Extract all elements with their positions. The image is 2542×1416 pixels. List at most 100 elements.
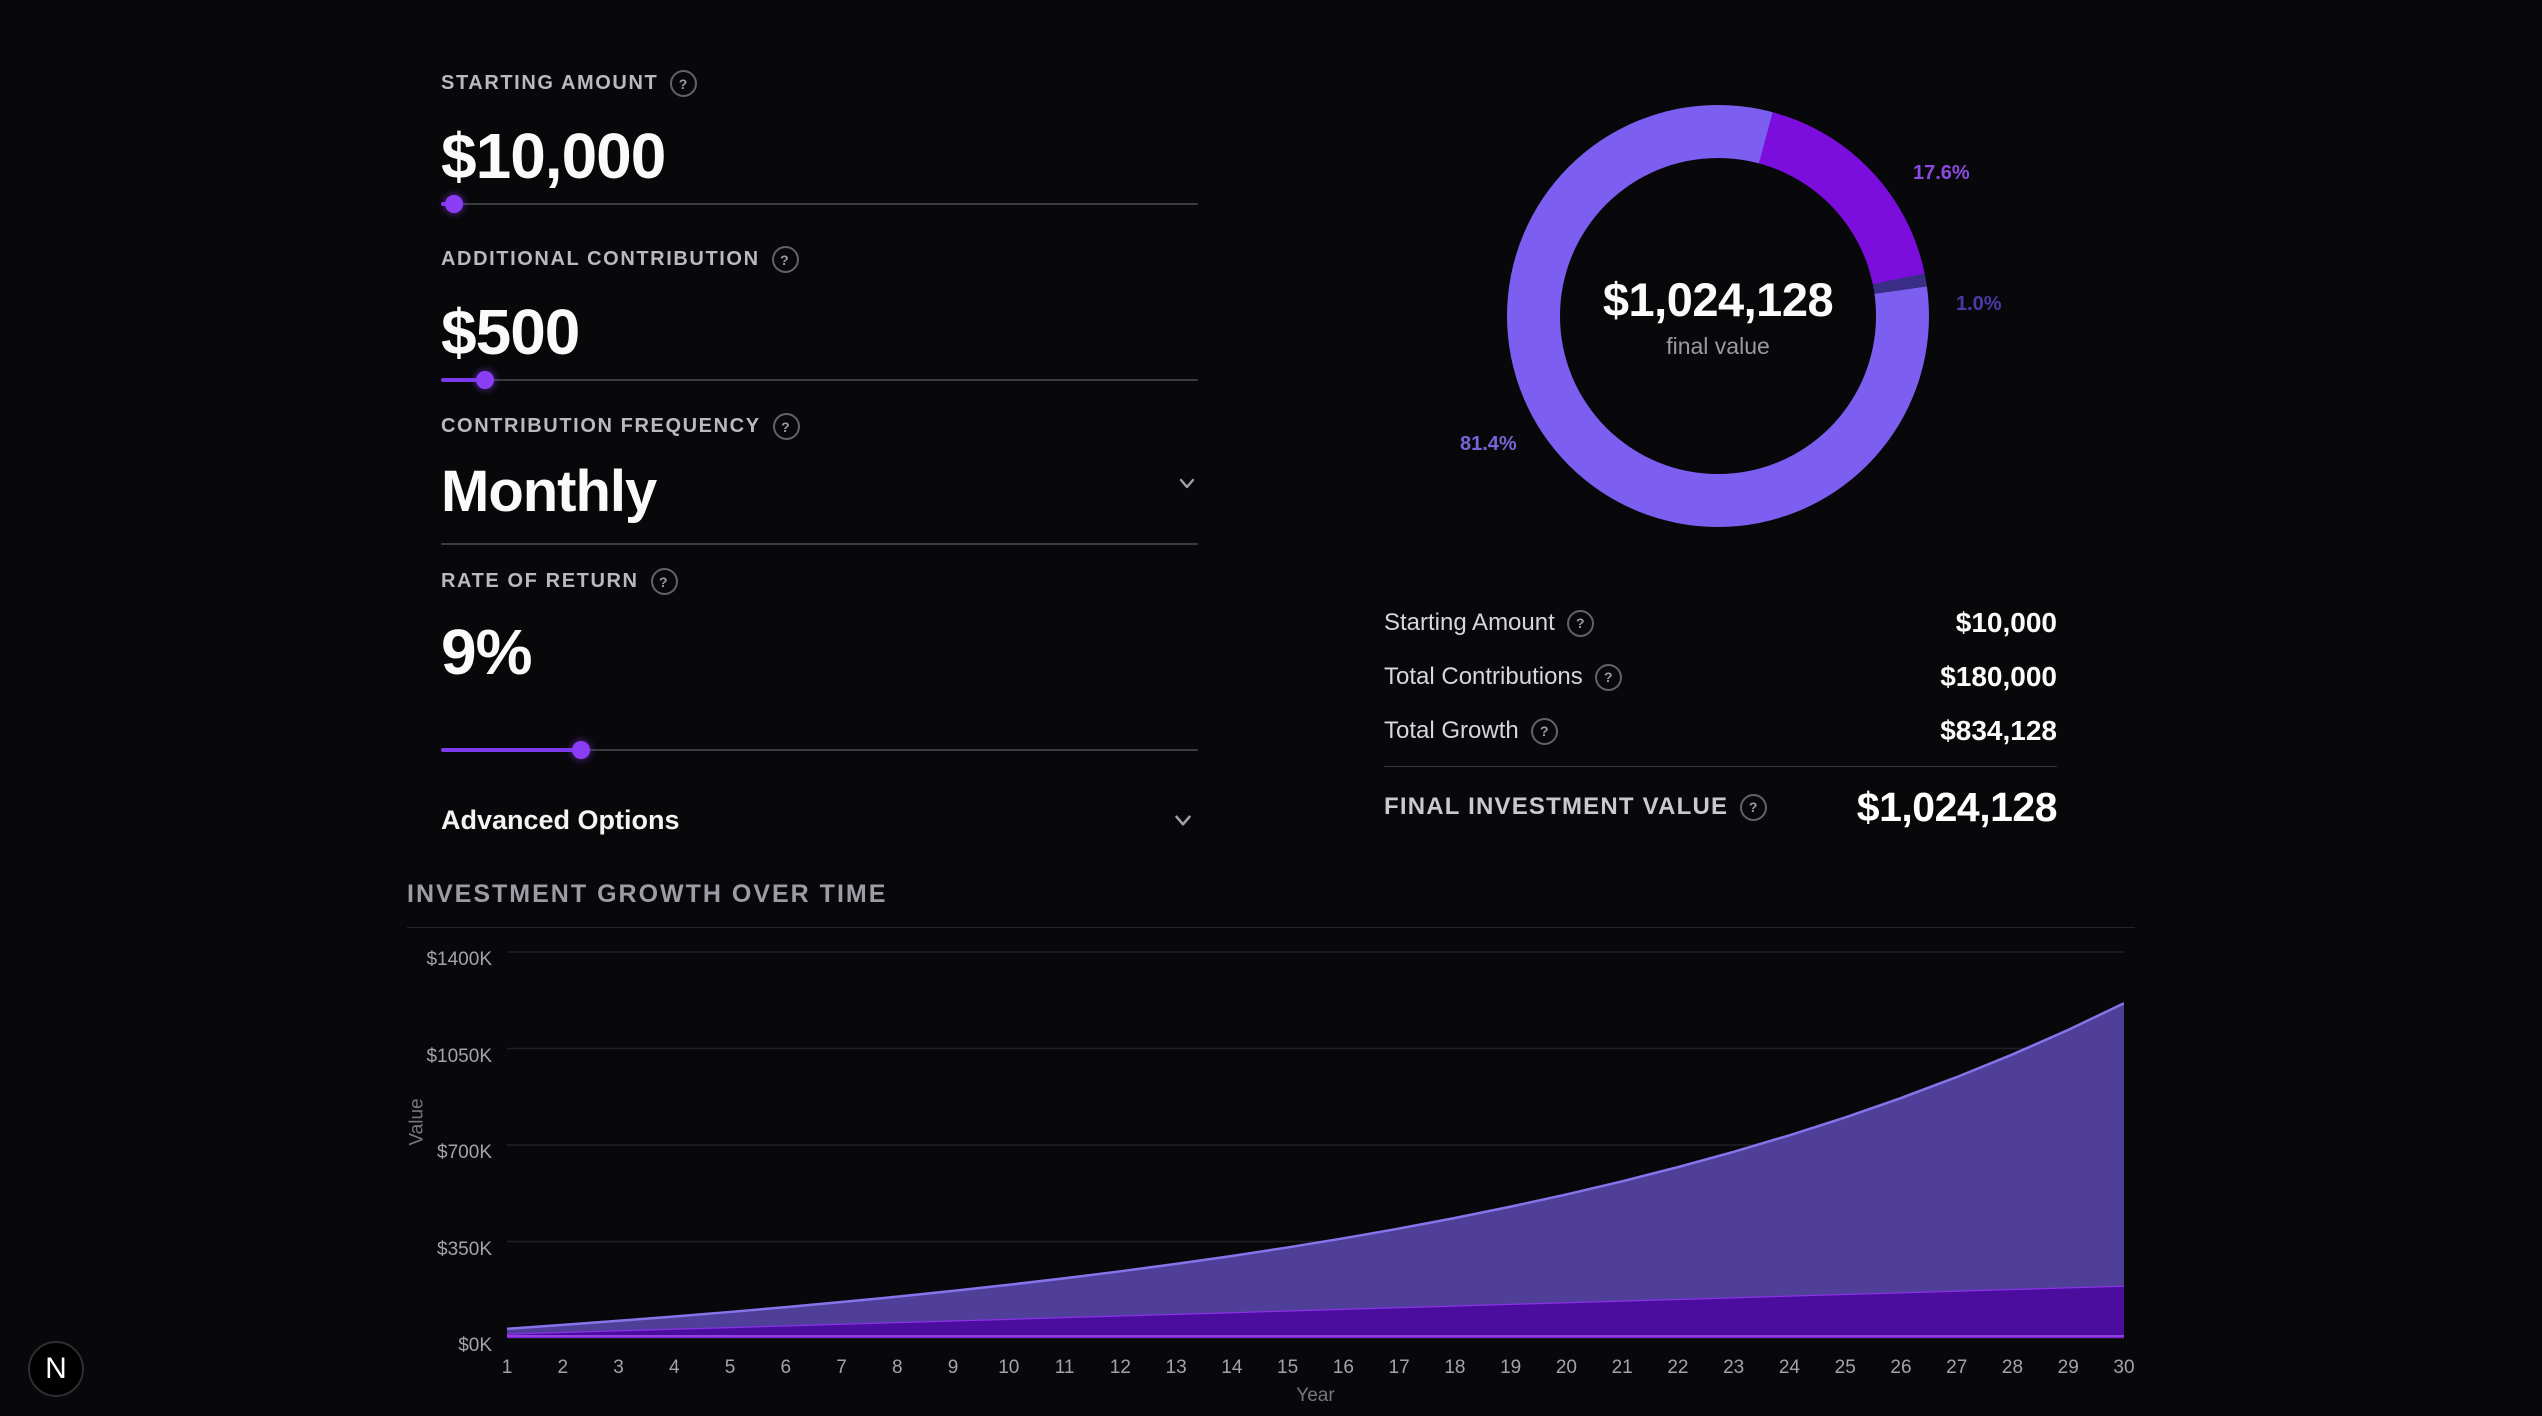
summary-label: Total Growth ? <box>1384 717 1558 745</box>
field-contribution-frequency: CONTRIBUTION FREQUENCY ? Monthly <box>441 413 1198 563</box>
rate-of-return-label: RATE OF RETURN ? <box>441 568 1198 595</box>
x-tick-label: 25 <box>1835 1357 1856 1379</box>
x-tick-label: 4 <box>669 1357 680 1379</box>
slider-thumb[interactable] <box>476 371 494 389</box>
x-tick-label: 9 <box>948 1357 959 1379</box>
summary-row-total-contributions: Total Contributions ? $180,000 <box>1384 650 2057 704</box>
x-tick-label: 24 <box>1779 1357 1800 1379</box>
x-tick-label: 8 <box>892 1357 903 1379</box>
x-tick-label: 14 <box>1221 1357 1242 1379</box>
x-tick-label: 28 <box>2002 1357 2023 1379</box>
rate-of-return-label-text: RATE OF RETURN <box>441 570 639 593</box>
donut-final-value: $1,024,128 <box>1603 272 1833 327</box>
additional-contribution-label: ADDITIONAL CONTRIBUTION ? <box>441 246 1198 273</box>
field-starting-amount: STARTING AMOUNT ? $10,000 <box>441 70 1198 220</box>
additional-contribution-label-text: ADDITIONAL CONTRIBUTION <box>441 248 760 271</box>
summary-row-starting-amount: Starting Amount ? $10,000 <box>1384 596 2057 650</box>
x-tick-label: 21 <box>1612 1357 1633 1379</box>
x-tick-label: 16 <box>1333 1357 1354 1379</box>
field-additional-contribution: ADDITIONAL CONTRIBUTION ? $500 <box>441 246 1198 396</box>
x-tick-label: 11 <box>1055 1357 1075 1379</box>
donut-pct-starting: 1.0% <box>1956 293 2002 316</box>
y-tick-label: $1050K <box>380 1046 492 1068</box>
x-tick-label: 7 <box>836 1357 847 1379</box>
rate-of-return-slider[interactable] <box>441 749 1198 751</box>
x-tick-label: 12 <box>1110 1357 1131 1379</box>
final-value-amount: $1,024,128 <box>1857 784 2057 831</box>
y-tick-label: $1400K <box>380 949 492 971</box>
x-tick-label: 13 <box>1166 1357 1187 1379</box>
summary-label: Starting Amount ? <box>1384 609 1594 637</box>
growth-chart-title-divider <box>407 927 2135 928</box>
growth-chart-canvas <box>507 945 2124 1345</box>
contribution-frequency-select[interactable]: Monthly <box>441 462 1198 523</box>
y-axis-title: Value <box>407 1098 429 1145</box>
y-tick-label: $700K <box>380 1142 492 1164</box>
slider-thumb[interactable] <box>445 195 463 213</box>
summary-label-text: Starting Amount <box>1384 609 1555 637</box>
x-tick-label: 26 <box>1890 1357 1911 1379</box>
summary-row-total-growth: Total Growth ? $834,128 <box>1384 704 2057 758</box>
additional-contribution-value[interactable]: $500 <box>441 299 1198 366</box>
final-value-label: FINAL INVESTMENT VALUE ? <box>1384 793 1767 821</box>
summary-divider <box>1384 766 2057 767</box>
field-rate-of-return: RATE OF RETURN ? 9% <box>441 568 1198 718</box>
help-icon[interactable]: ? <box>772 246 799 273</box>
help-icon[interactable]: ? <box>1531 718 1558 745</box>
x-tick-label: 19 <box>1500 1357 1521 1379</box>
contribution-frequency-label: CONTRIBUTION FREQUENCY ? <box>441 413 1198 440</box>
x-tick-label: 1 <box>502 1357 513 1379</box>
summary-value: $834,128 <box>1940 715 2057 747</box>
x-tick-label: 23 <box>1723 1357 1744 1379</box>
x-tick-label: 29 <box>2058 1357 2079 1379</box>
x-axis-title: Year <box>507 1385 2124 1407</box>
x-tick-label: 6 <box>780 1357 791 1379</box>
slider-thumb[interactable] <box>572 741 590 759</box>
x-tick-label: 10 <box>998 1357 1019 1379</box>
final-value-label-text: FINAL INVESTMENT VALUE <box>1384 793 1728 821</box>
advanced-options-toggle[interactable]: Advanced Options <box>441 796 1198 844</box>
summary-row-final-value: FINAL INVESTMENT VALUE ? $1,024,128 <box>1384 773 2057 841</box>
growth-chart-title: INVESTMENT GROWTH OVER TIME <box>407 880 887 909</box>
x-tick-label: 3 <box>613 1357 624 1379</box>
x-tick-label: 22 <box>1667 1357 1688 1379</box>
x-tick-label: 30 <box>2113 1357 2134 1379</box>
donut-center-text: $1,024,128 final value <box>1507 105 1929 527</box>
summary-label: Total Contributions ? <box>1384 663 1622 691</box>
advanced-options-label: Advanced Options <box>441 805 680 836</box>
slider-fill <box>441 748 581 752</box>
investment-calculator-page: STARTING AMOUNT ? $10,000 ADDITIONAL CON… <box>0 0 2542 1416</box>
help-icon[interactable]: ? <box>670 70 697 97</box>
donut-final-value-caption: final value <box>1666 333 1770 360</box>
starting-amount-slider[interactable] <box>441 203 1198 205</box>
help-icon[interactable]: ? <box>651 568 678 595</box>
x-tick-label: 27 <box>1946 1357 1967 1379</box>
summary-label-text: Total Growth <box>1384 717 1519 745</box>
summary-value: $180,000 <box>1940 661 2057 693</box>
y-tick-label: $350K <box>380 1239 492 1261</box>
growth-area-chart[interactable]: $0K$350K$700K$1050K$1400K 12345678910111… <box>380 945 2170 1405</box>
chevron-down-icon[interactable] <box>1173 469 1201 497</box>
y-tick-label: $0K <box>380 1335 492 1357</box>
x-tick-label: 18 <box>1444 1357 1465 1379</box>
x-tick-label: 5 <box>725 1357 736 1379</box>
x-tick-label: 2 <box>557 1357 568 1379</box>
help-icon[interactable]: ? <box>1567 610 1594 637</box>
chevron-down-icon <box>1168 805 1198 835</box>
nextjs-logo[interactable]: N <box>28 1341 84 1397</box>
help-icon[interactable]: ? <box>1595 664 1622 691</box>
additional-contribution-slider[interactable] <box>441 379 1198 381</box>
contribution-frequency-label-text: CONTRIBUTION FREQUENCY <box>441 415 761 438</box>
starting-amount-value[interactable]: $10,000 <box>441 123 1198 190</box>
help-icon[interactable]: ? <box>1740 794 1767 821</box>
summary-value: $10,000 <box>1956 607 2057 639</box>
x-tick-label: 17 <box>1389 1357 1410 1379</box>
starting-amount-label: STARTING AMOUNT ? <box>441 70 1198 97</box>
summary-label-text: Total Contributions <box>1384 663 1583 691</box>
x-tick-label: 15 <box>1277 1357 1298 1379</box>
summary-panel: Starting Amount ? $10,000 Total Contribu… <box>1384 596 2057 841</box>
rate-of-return-value[interactable]: 9% <box>441 619 1198 686</box>
help-icon[interactable]: ? <box>773 413 800 440</box>
x-tick-label: 20 <box>1556 1357 1577 1379</box>
select-underline <box>441 543 1198 545</box>
